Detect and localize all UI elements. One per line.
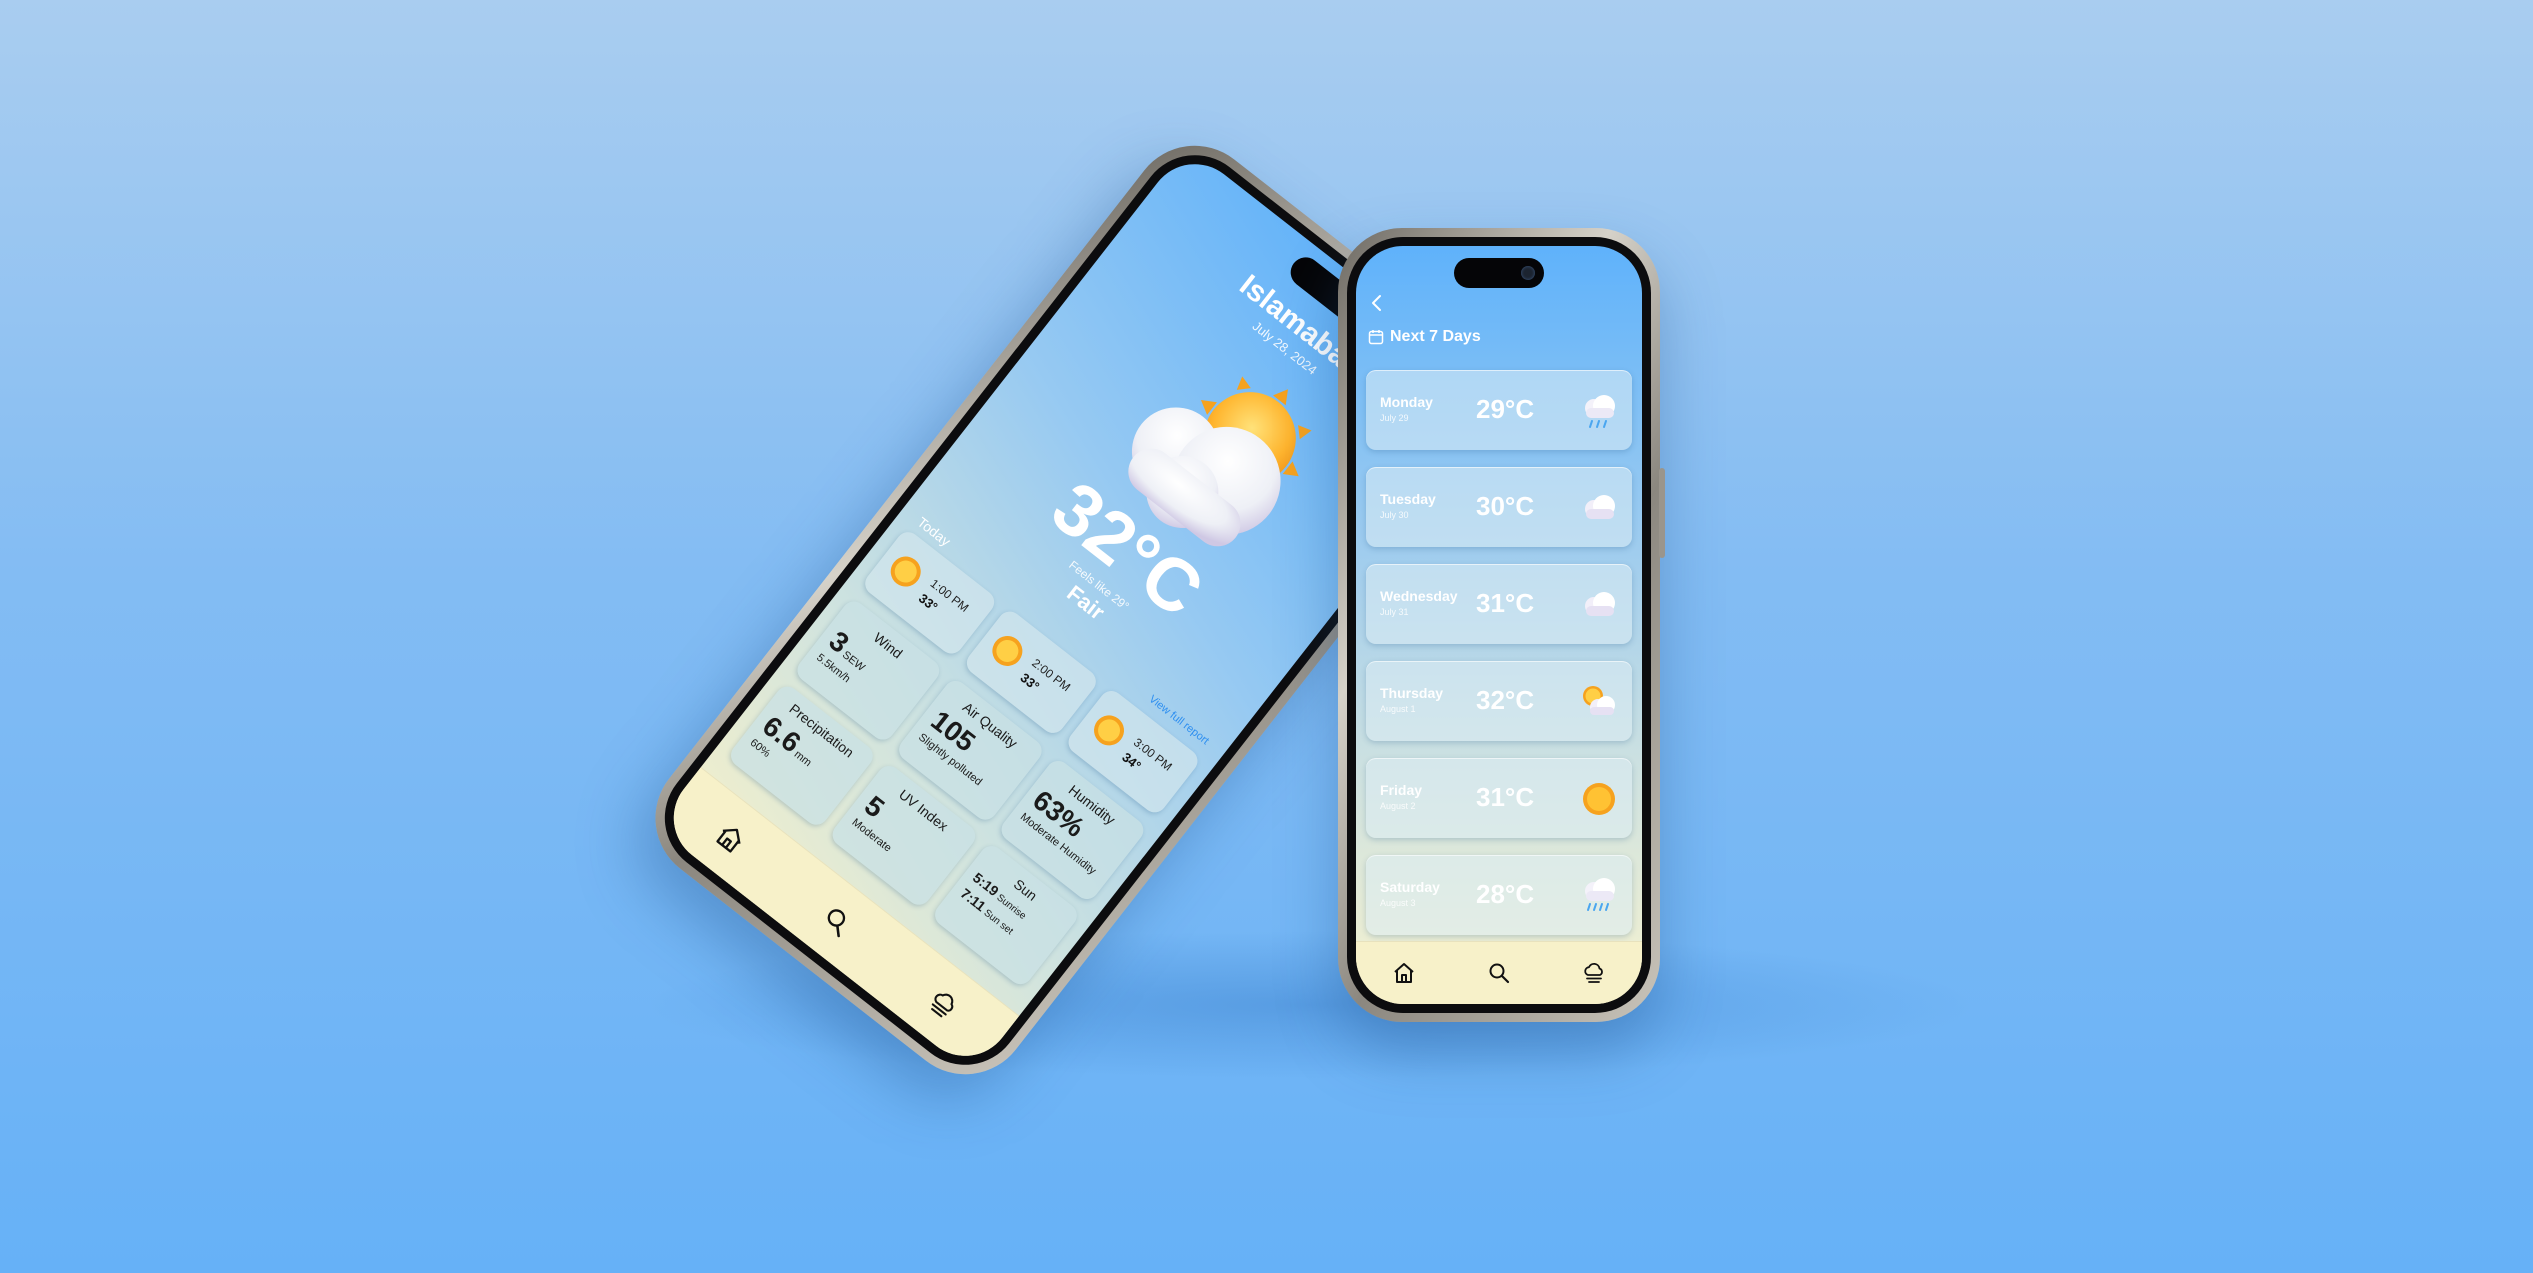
nav-search-button[interactable] <box>1484 958 1514 988</box>
home-icon <box>1393 963 1414 983</box>
day-card[interactable]: Tuesday July 30 30°C <box>1366 467 1632 547</box>
sun-icon <box>1583 783 1615 815</box>
precipitation-unit: mm <box>791 748 814 770</box>
cloud-icon <box>1585 592 1615 616</box>
search-icon <box>1489 963 1510 984</box>
side-button <box>1659 468 1665 558</box>
day-date: August 2 <box>1380 801 1416 811</box>
day-card[interactable]: Friday August 2 31°C <box>1366 758 1632 838</box>
next-days-title: Next 7 Days <box>1390 328 1481 345</box>
sun-icon <box>992 635 1023 666</box>
day-temp: 28°C <box>1476 879 1535 909</box>
back-button[interactable] <box>1366 292 1388 314</box>
day-date: July 30 <box>1380 510 1409 520</box>
dynamic-island <box>1454 258 1544 288</box>
cloud-weather-icon <box>930 993 954 1018</box>
sun-icon <box>1094 715 1125 746</box>
day-temp: 29°C <box>1476 394 1535 424</box>
uv-index-value: 5 <box>858 789 891 824</box>
home-icon <box>716 828 741 853</box>
sun-icon <box>890 556 921 587</box>
day-date: August 3 <box>1380 898 1416 908</box>
day-name: Monday <box>1380 394 1433 410</box>
day-card[interactable]: Wednesday July 31 31°C <box>1366 564 1632 644</box>
phone-bezel: Next 7 Days Monday July 29 29°C Tuesday … <box>1347 237 1651 1013</box>
day-name: Friday <box>1380 782 1423 798</box>
nav-home-button[interactable] <box>1389 958 1419 988</box>
day-card[interactable]: Monday July 29 29°C <box>1366 370 1632 450</box>
day-date: July 31 <box>1380 607 1409 617</box>
cloud-icon <box>1585 495 1615 519</box>
forecast-screen: Next 7 Days Monday July 29 29°C Tuesday … <box>1356 246 1642 1004</box>
cloud-rain-icon <box>1585 878 1615 911</box>
uv-index-desc: Moderate <box>849 816 894 855</box>
nav-search-button[interactable] <box>816 900 858 942</box>
nav-weather-button[interactable] <box>1579 958 1609 988</box>
day-temp: 30°C <box>1476 491 1535 521</box>
day-temp: 31°C <box>1476 588 1535 618</box>
search-icon <box>827 909 846 938</box>
daily-forecast-list: Monday July 29 29°C Tuesday July 30 30°C… <box>1366 370 1632 952</box>
day-date: August 1 <box>1380 704 1416 714</box>
nav-weather-button[interactable] <box>922 983 964 1025</box>
day-card[interactable]: Thursday August 1 32°C <box>1366 661 1632 741</box>
day-temp: 32°C <box>1476 685 1535 715</box>
day-name: Thursday <box>1380 685 1444 701</box>
chevron-left-icon <box>1372 295 1381 311</box>
nav-home-button[interactable] <box>710 817 752 859</box>
day-card[interactable]: Saturday August 3 28°C <box>1366 855 1632 935</box>
cloud-rain-icon <box>1585 395 1615 428</box>
day-date: July 29 <box>1380 413 1409 423</box>
day-name: Wednesday <box>1380 588 1458 604</box>
bottom-nav <box>1356 941 1642 1004</box>
day-name: Tuesday <box>1380 491 1436 507</box>
next-days-header: Next 7 Days <box>1368 328 1481 346</box>
day-temp: 31°C <box>1476 782 1535 812</box>
phone-forecast: Next 7 Days Monday July 29 29°C Tuesday … <box>1338 228 1665 1022</box>
sun-cloud-icon <box>1583 686 1615 715</box>
calendar-icon <box>1368 330 1384 345</box>
cloud-weather-icon <box>1584 962 1604 983</box>
day-name: Saturday <box>1380 879 1440 895</box>
